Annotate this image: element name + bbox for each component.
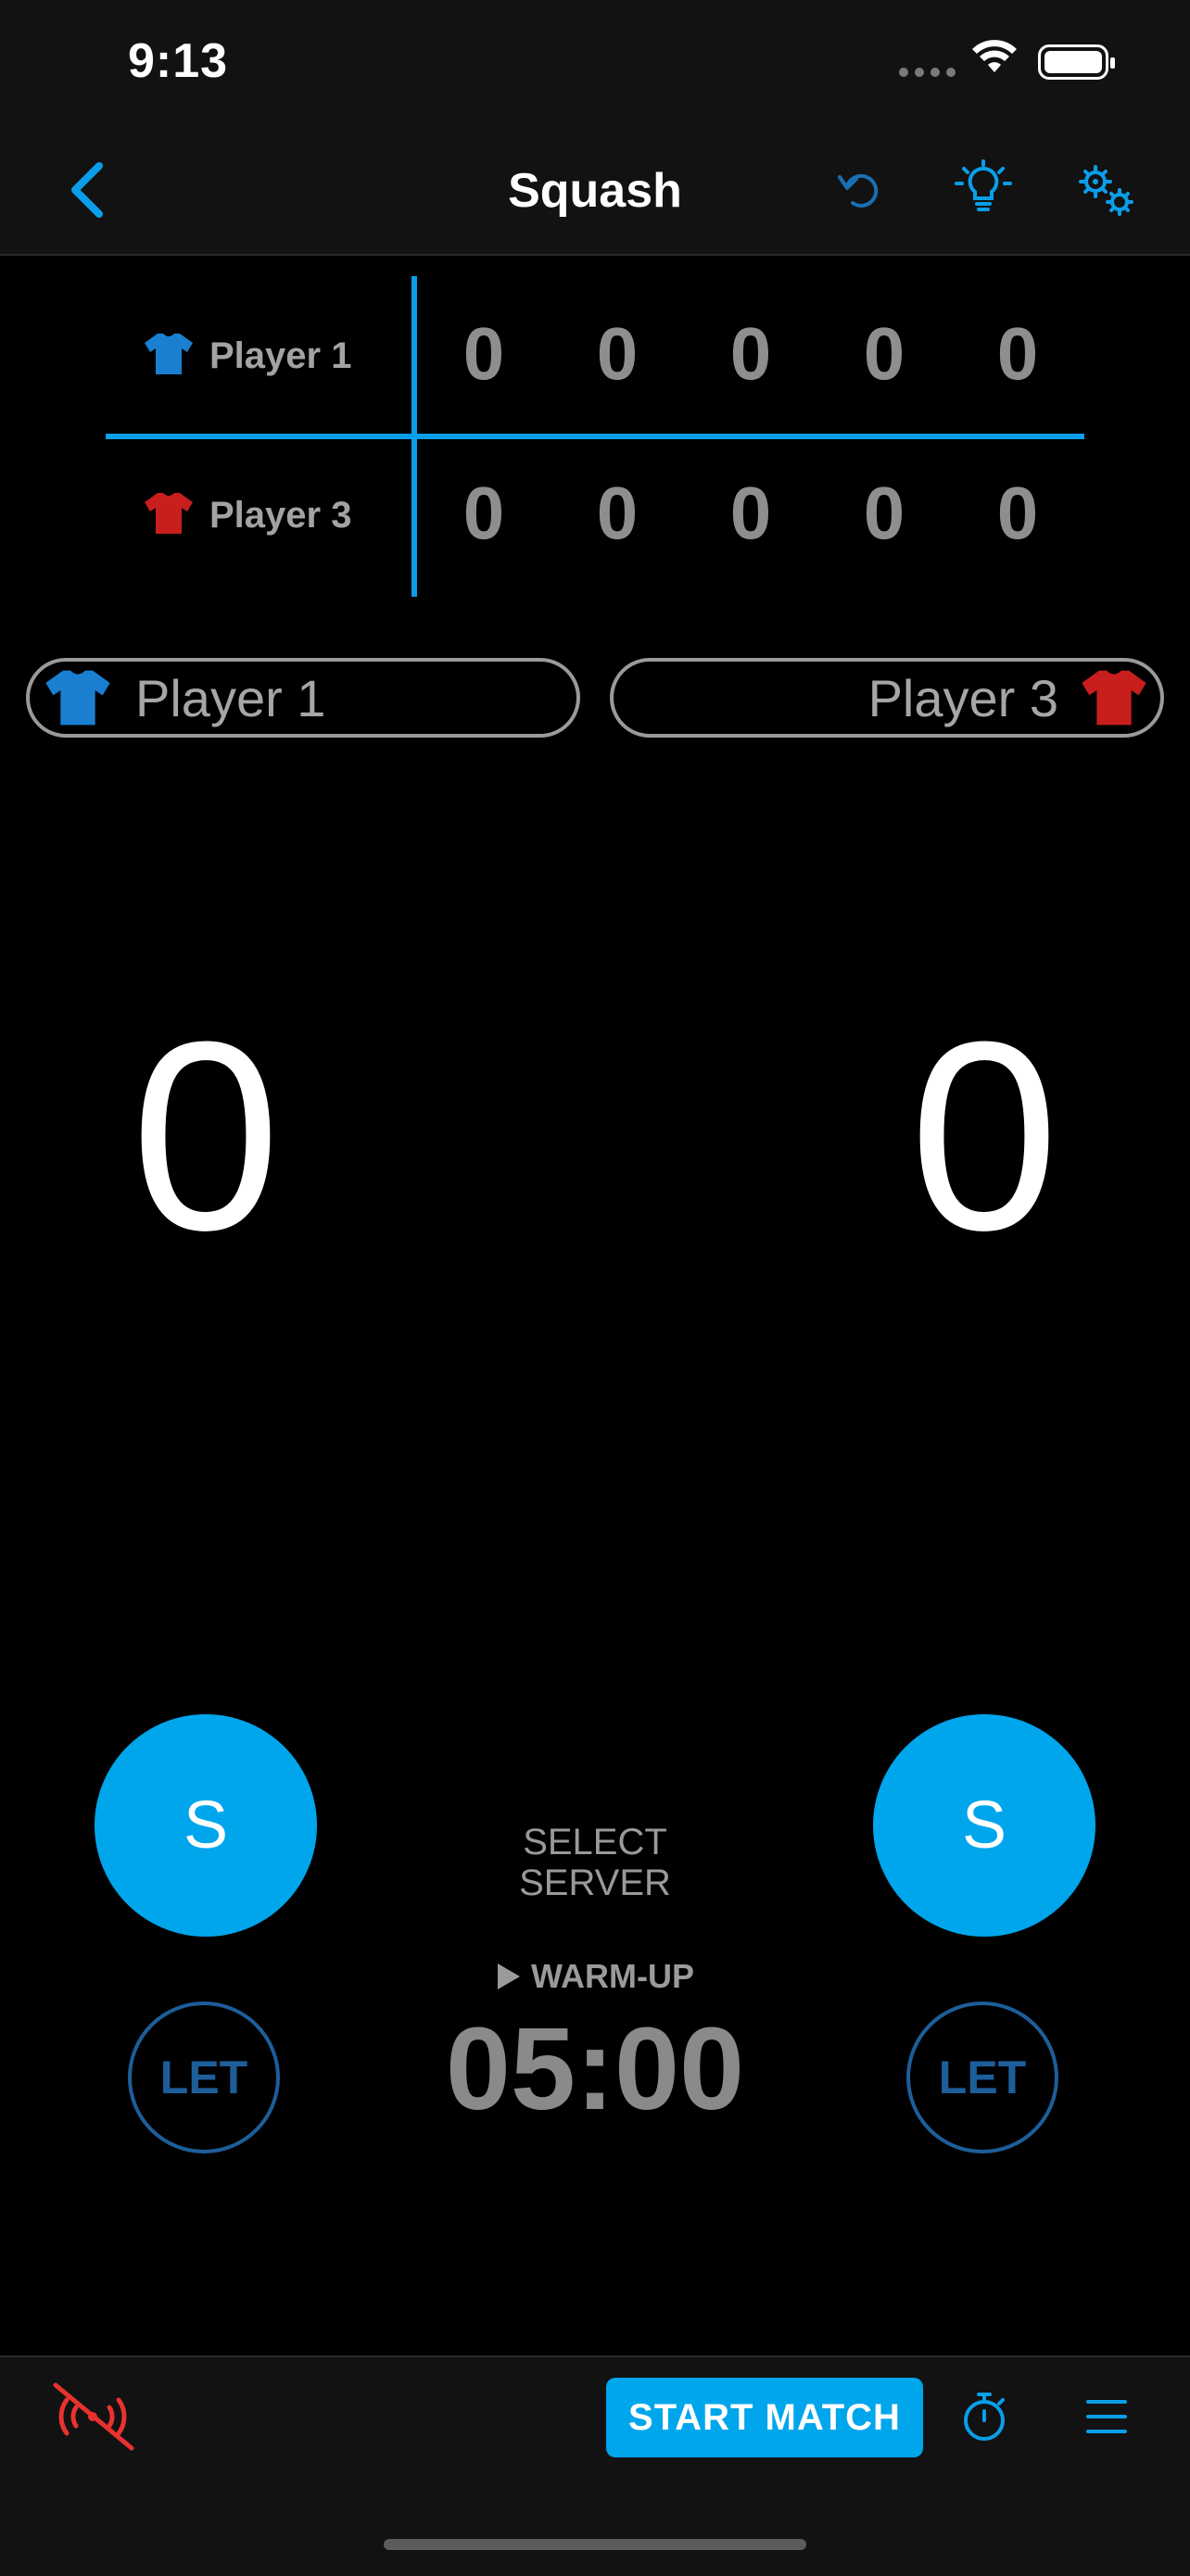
stopwatch-icon[interactable] xyxy=(955,2383,1014,2450)
right-player-name: Player 3 xyxy=(867,668,1058,727)
set-score: 0 xyxy=(596,472,639,554)
left-player-name: Player 1 xyxy=(135,668,326,727)
start-match-button[interactable]: START MATCH xyxy=(606,2378,923,2457)
set-score: 0 xyxy=(729,312,772,395)
set-score: 0 xyxy=(462,472,505,554)
scoreboard-player-1-name: Player 1 xyxy=(209,335,352,376)
play-icon xyxy=(496,1962,522,1991)
left-serve-button[interactable]: S xyxy=(95,1714,317,1937)
scoreboard-player-3-name: Player 3 xyxy=(209,495,352,536)
left-score[interactable]: 0 xyxy=(67,982,345,1291)
right-serve-button[interactable]: S xyxy=(873,1714,1095,1937)
battery-icon xyxy=(1038,44,1115,80)
left-let-button[interactable]: LET xyxy=(128,2001,280,2153)
set-score: 0 xyxy=(729,472,772,554)
left-player-selector[interactable]: Player 1 xyxy=(26,658,580,738)
warmup-timer: 05:00 xyxy=(445,2003,745,2134)
warmup-label: WARM-UP xyxy=(531,1957,694,1995)
set-score: 0 xyxy=(996,312,1039,395)
tshirt-icon xyxy=(143,491,195,540)
settings-gears-icon[interactable] xyxy=(1071,158,1140,222)
sound-off-icon[interactable] xyxy=(44,2372,141,2461)
right-score[interactable]: 0 xyxy=(845,982,1123,1291)
set-score: 0 xyxy=(863,312,905,395)
set-score: 0 xyxy=(462,312,505,395)
set-score: 0 xyxy=(996,472,1039,554)
tshirt-icon xyxy=(1079,668,1149,727)
right-let-button[interactable]: LET xyxy=(906,2001,1058,2153)
set-score: 0 xyxy=(863,472,905,554)
status-time: 9:13 xyxy=(128,34,229,88)
menu-icon[interactable] xyxy=(1077,2389,1136,2444)
set-score: 0 xyxy=(596,312,639,395)
right-player-selector[interactable]: Player 3 xyxy=(610,658,1164,738)
warmup-toggle[interactable]: WARM-UP xyxy=(456,1957,734,1996)
lightbulb-icon[interactable] xyxy=(949,154,1018,222)
undo-icon[interactable] xyxy=(830,158,890,222)
wifi-icon xyxy=(971,39,1018,81)
home-indicator xyxy=(384,2539,806,2550)
tshirt-icon xyxy=(143,332,195,381)
select-server-hint: SELECT SERVER xyxy=(519,1822,671,1903)
cellular-signal-icon xyxy=(899,65,962,82)
scoreboard-horizontal-divider xyxy=(106,434,1084,439)
tshirt-icon xyxy=(43,668,113,727)
